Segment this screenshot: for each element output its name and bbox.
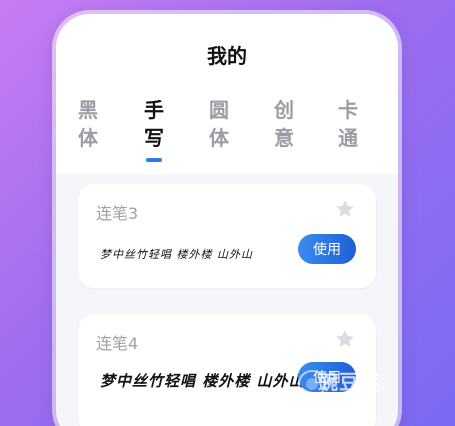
font-name: 连笔3 xyxy=(96,204,139,223)
font-sample-text: 梦中丝竹轻唱 楼外楼 山外山 xyxy=(100,248,253,261)
tab-heiti[interactable]: 黑 体 xyxy=(68,96,108,152)
tab-yuanti[interactable]: 圆 体 xyxy=(199,96,239,152)
use-font-button[interactable]: 使用 xyxy=(298,234,356,264)
watermark-text: 豌豆荚 xyxy=(318,370,381,394)
font-card[interactable]: 连笔3 梦中丝竹轻唱 楼外楼 山外山 使用 xyxy=(78,184,376,288)
tab-label-char: 黑 xyxy=(78,98,98,122)
font-category-tabs: 黑 体 手 写 圆 体 创 意 卡 通 xyxy=(56,96,398,166)
tab-shouxie[interactable]: 手 写 xyxy=(134,96,174,162)
tab-label-char: 体 xyxy=(78,126,98,150)
tab-label-char: 意 xyxy=(274,126,294,150)
tab-label-char: 卡 xyxy=(338,98,358,122)
star-icon[interactable] xyxy=(334,198,356,220)
tab-label-char: 创 xyxy=(274,98,294,122)
font-name: 连笔4 xyxy=(96,334,139,353)
tab-active-indicator xyxy=(146,158,162,162)
tab-chuangyi[interactable]: 创 意 xyxy=(264,96,304,152)
star-icon[interactable] xyxy=(334,328,356,350)
tab-label-char: 手 xyxy=(144,98,164,122)
phone-frame: 我的 黑 体 手 写 圆 体 创 意 卡 通 连笔3 梦中丝竹轻唱 楼外楼 山外… xyxy=(56,14,398,426)
top-bar: 我的 黑 体 手 写 圆 体 创 意 卡 通 xyxy=(56,14,398,174)
page-title: 我的 xyxy=(207,44,247,68)
tab-label-char: 圆 xyxy=(209,98,229,122)
tab-katong[interactable]: 卡 通 xyxy=(328,96,368,152)
font-sample-text: 梦中丝竹轻唱 楼外楼 山外山 xyxy=(100,372,305,390)
tab-label-char: 通 xyxy=(338,126,358,150)
tab-label-char: 体 xyxy=(209,126,229,150)
tab-label-char: 写 xyxy=(144,126,164,150)
